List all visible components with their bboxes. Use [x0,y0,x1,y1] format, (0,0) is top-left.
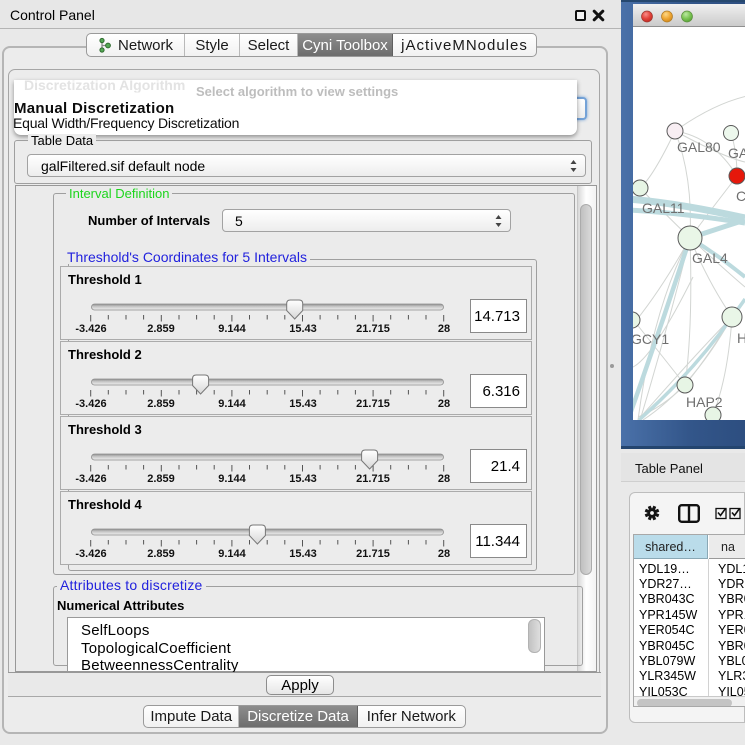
svg-text:GAL4: GAL4 [692,250,728,266]
svg-text:GAL11: GAL11 [642,200,685,216]
svg-text:GAL80: GAL80 [677,139,721,155]
svg-text:GA: GA [728,145,745,161]
svg-text:C: C [736,188,745,204]
svg-text:HAP2: HAP2 [686,394,723,410]
svg-text:H: H [737,330,745,346]
svg-text:GCY1: GCY1 [633,331,669,347]
